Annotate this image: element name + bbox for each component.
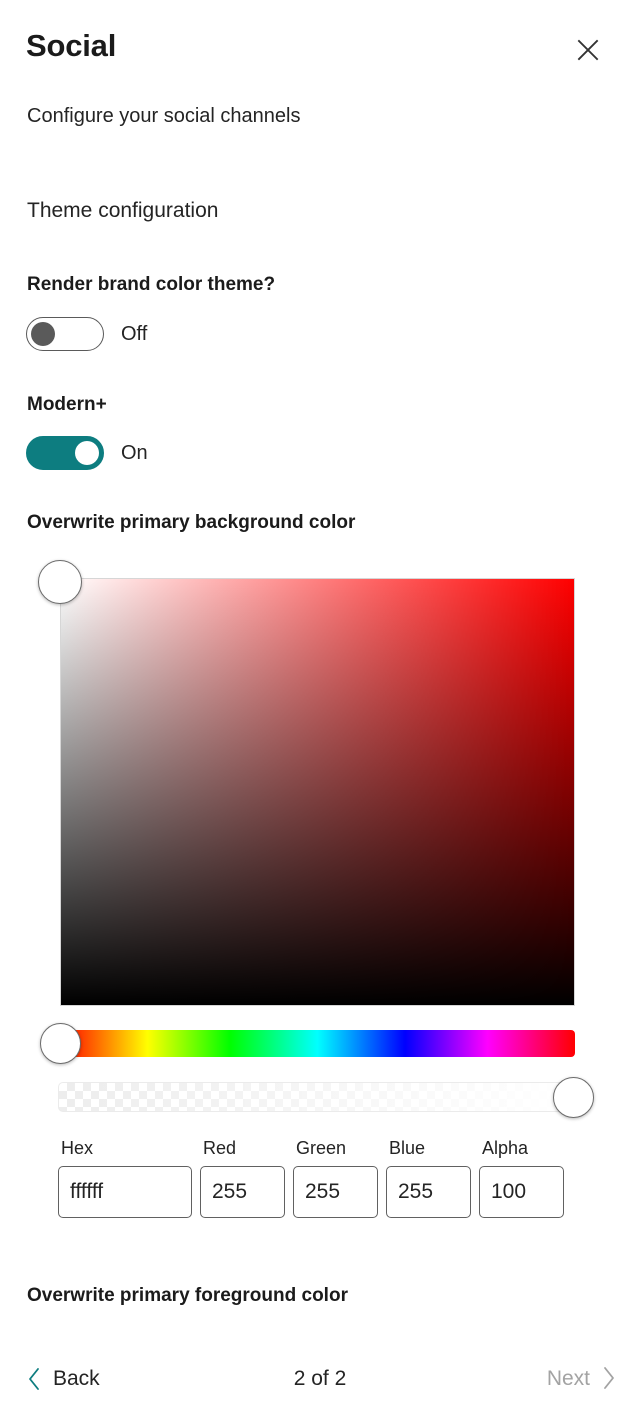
panel-subtitle: Configure your social channels: [27, 105, 301, 127]
label-modern-plus: Modern+: [27, 394, 107, 415]
close-icon: [575, 37, 601, 63]
field-group-alpha: Alpha: [479, 1136, 564, 1218]
alpha-input[interactable]: [479, 1166, 564, 1218]
toggle-state-label-modern-plus: On: [121, 442, 148, 464]
label-render-brand-color-theme: Render brand color theme?: [27, 274, 276, 295]
toggle-render-brand-color-theme[interactable]: [26, 317, 104, 351]
field-caption-green: Green: [296, 1138, 347, 1158]
saturation-value-handle[interactable]: [38, 560, 82, 604]
next-button[interactable]: Next: [547, 1353, 616, 1405]
field-caption-alpha: Alpha: [482, 1138, 529, 1158]
toggle-row-modern-plus: On: [26, 436, 148, 470]
blue-input[interactable]: [386, 1166, 471, 1218]
toggle-modern-plus[interactable]: [26, 436, 104, 470]
section-heading-theme-configuration: Theme configuration: [27, 199, 219, 222]
saturation-value-area[interactable]: [60, 578, 575, 1006]
field-group-hex: Hex: [58, 1136, 192, 1218]
color-value-fields: Hex Red Green Blue Alpha: [58, 1136, 578, 1218]
footer-navigation: Back 2 of 2 Next: [0, 1353, 640, 1405]
next-button-label: Next: [546, 1367, 590, 1390]
social-config-panel: Social Configure your social channels Th…: [0, 0, 640, 1427]
toggle-row-brand-theme: Off: [26, 317, 147, 351]
field-caption-red: Red: [203, 1138, 237, 1158]
red-input[interactable]: [200, 1166, 285, 1218]
field-caption-blue: Blue: [389, 1138, 426, 1158]
alpha-slider-track[interactable]: [58, 1082, 575, 1112]
alpha-gradient-overlay: [59, 1083, 574, 1111]
hue-slider-track[interactable]: [60, 1030, 575, 1057]
toggle-state-label-brand-theme: Off: [121, 323, 148, 345]
alpha-slider-handle[interactable]: [553, 1077, 594, 1118]
back-button[interactable]: Back: [27, 1353, 100, 1405]
page-title: Social: [26, 28, 117, 63]
toggle-knob: [75, 441, 99, 465]
toggle-knob: [31, 322, 55, 346]
chevron-left-icon: [27, 1367, 41, 1391]
chevron-right-icon: [602, 1366, 616, 1393]
field-group-red: Red: [200, 1136, 285, 1218]
label-overwrite-primary-foreground-color: Overwrite primary foreground color: [27, 1285, 348, 1306]
label-overwrite-primary-background-color: Overwrite primary background color: [27, 512, 356, 533]
field-group-green: Green: [293, 1136, 378, 1218]
field-caption-hex: Hex: [61, 1138, 94, 1158]
hue-slider-handle[interactable]: [40, 1023, 81, 1064]
field-group-blue: Blue: [386, 1136, 471, 1218]
green-input[interactable]: [293, 1166, 378, 1218]
hex-input[interactable]: [58, 1166, 192, 1218]
close-button[interactable]: [568, 30, 608, 70]
back-button-label: Back: [53, 1367, 100, 1390]
panel-header: Social Configure your social channels: [0, 0, 640, 140]
